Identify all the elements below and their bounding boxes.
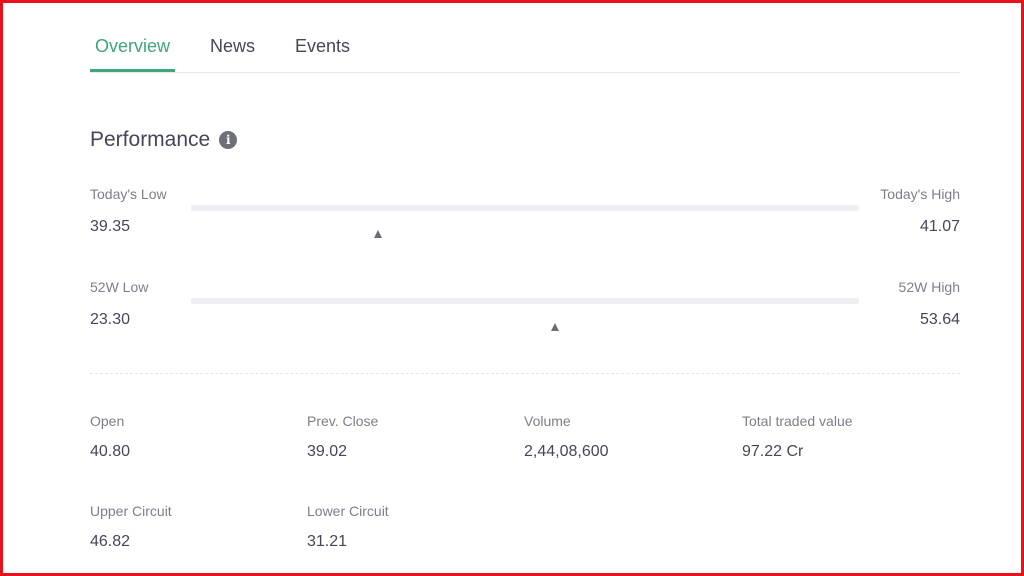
- todays-range: Today's Low 39.35 Today's High 41.07: [90, 186, 960, 246]
- todays-high-label: Today's High: [880, 186, 960, 202]
- stat-value: 97.22 Cr: [742, 443, 804, 460]
- 52w-range-marker-icon: [551, 323, 560, 331]
- stat-label: Volume: [524, 413, 571, 429]
- performance-heading: Performance i: [90, 128, 238, 152]
- stat-value: 40.80: [90, 443, 131, 460]
- todays-range-bar: [191, 205, 859, 238]
- stat-value: 31.21: [307, 533, 348, 550]
- stat-label: Open: [90, 413, 125, 429]
- todays-range-marker-icon: [374, 230, 383, 238]
- stat-open: Open 40.80: [90, 413, 290, 461]
- stat-label: Lower Circuit: [307, 503, 389, 519]
- tab-overview[interactable]: Overview: [90, 28, 176, 72]
- tab-news[interactable]: News: [205, 28, 260, 72]
- 52w-range: 52W Low 23.30 52W High 53.64: [90, 279, 960, 339]
- 52w-low-value: 23.30: [90, 311, 131, 328]
- stat-label: Total traded value: [742, 413, 853, 429]
- 52w-high-label: 52W High: [898, 279, 960, 295]
- todays-low-value: 39.35: [90, 218, 131, 235]
- stat-label: Upper Circuit: [90, 503, 172, 519]
- tab-bar: Overview News Events: [90, 28, 960, 73]
- stat-label: Prev. Close: [307, 413, 379, 429]
- todays-high-value: 41.07: [919, 218, 960, 235]
- performance-title: Performance: [90, 128, 211, 151]
- 52w-high-value: 53.64: [919, 311, 960, 328]
- stat-lower-circuit: Lower Circuit 31.21: [307, 503, 507, 551]
- info-icon[interactable]: i: [219, 131, 238, 149]
- stat-value: 2,44,08,600: [524, 443, 609, 460]
- stat-upper-circuit: Upper Circuit 46.82: [90, 503, 290, 551]
- 52w-low-label: 52W Low: [90, 279, 149, 295]
- stat-volume: Volume 2,44,08,600: [524, 413, 724, 461]
- 52w-range-bar: [191, 298, 859, 331]
- stat-value: 46.82: [90, 533, 131, 550]
- stat-value: 39.02: [307, 443, 348, 460]
- tab-events[interactable]: Events: [290, 28, 355, 72]
- stat-prev-close: Prev. Close 39.02: [307, 413, 507, 461]
- section-divider: [90, 373, 960, 374]
- stat-total-traded-value: Total traded value 97.22 Cr: [742, 413, 942, 461]
- todays-low-label: Today's Low: [90, 186, 167, 202]
